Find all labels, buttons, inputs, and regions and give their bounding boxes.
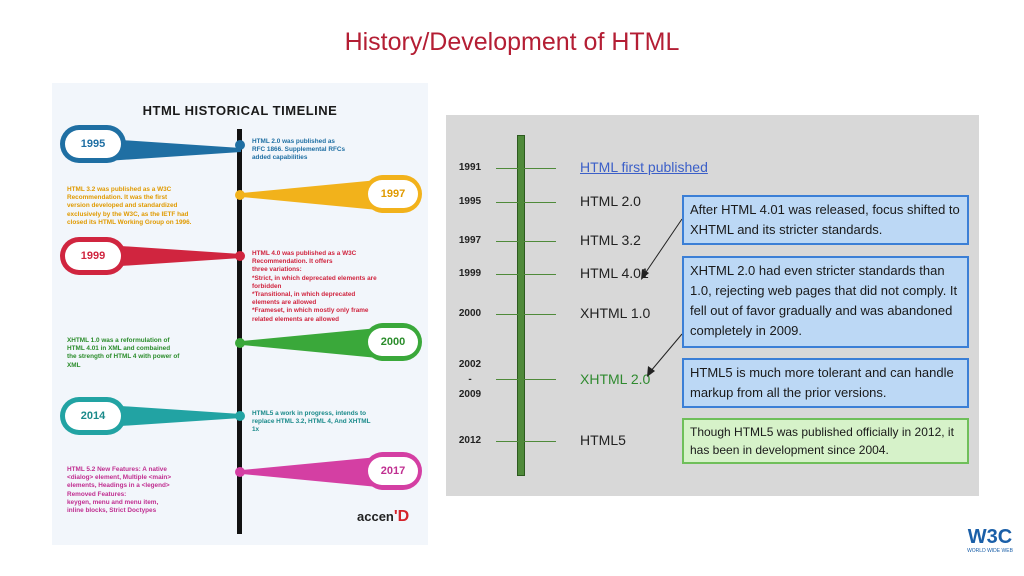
version-2002-2009: XHTML 2.0	[580, 371, 651, 387]
callout-xhtml2: XHTML 2.0 had even stricter standards th…	[682, 256, 969, 348]
timeline-bar	[517, 135, 525, 476]
note-2014: HTML5 a work in progress, intends to rep…	[252, 410, 371, 434]
pointer-2000	[242, 328, 378, 358]
infographic-heading: HTML HISTORICAL TIMELINE	[142, 103, 338, 118]
tick-1991	[496, 168, 556, 169]
year-badge-2017: 2017	[368, 457, 418, 485]
tick-1999	[496, 274, 556, 275]
year-2000: 2000	[458, 308, 482, 319]
timeline-dot-1995	[235, 140, 245, 150]
pointer-1995	[106, 139, 241, 161]
pointer-1999	[106, 245, 241, 267]
version-2000: XHTML 1.0	[580, 305, 651, 321]
pointer-2017	[242, 457, 378, 487]
slide-title: History/Development of HTML	[344, 28, 680, 56]
callout-html5-published: Though HTML5 was published officially in…	[682, 418, 969, 464]
version-1995: HTML 2.0	[580, 193, 641, 209]
note-1997: HTML 3.2 was published as a W3C Recommen…	[67, 186, 192, 226]
callout-html5-tolerant: HTML5 is much more tolerant and can hand…	[682, 358, 969, 408]
pointer-2014	[106, 405, 241, 427]
arrow-to-xhtml2	[647, 333, 683, 377]
year-2012: 2012	[458, 435, 482, 446]
year-1995: 1995	[458, 196, 482, 207]
year-1997: 1997	[458, 235, 482, 246]
html-historical-timeline-infographic: HTML HISTORICAL TIMELINE 1995 HTML 2.0 w…	[52, 83, 428, 545]
timeline-dot-2000	[235, 338, 245, 348]
timeline-dot-1999	[235, 251, 245, 261]
year-badge-2014: 2014	[65, 402, 121, 430]
note-2017: HTML 5.2 New Features: A native <dialog>…	[67, 466, 172, 515]
year-badge-2000: 2000	[368, 328, 418, 356]
version-2012: HTML5	[580, 432, 626, 448]
note-2000: XHTML 1.0 was a reformulation of HTML 4.…	[67, 337, 180, 369]
tick-2012	[496, 441, 556, 442]
year-1999: 1999	[458, 268, 482, 279]
version-1997: HTML 3.2	[580, 232, 641, 248]
note-1999: HTML 4.0 was published as a W3C Recommen…	[252, 250, 377, 323]
timeline-dot-2017	[235, 467, 245, 477]
note-1995: HTML 2.0 was published as RFC 1866. Supp…	[252, 138, 346, 162]
html-version-timeline: 1991 HTML first published 1995 HTML 2.0 …	[446, 115, 979, 496]
tick-1995	[496, 202, 556, 203]
callout-after-html401: After HTML 4.01 was released, focus shif…	[682, 195, 969, 245]
tick-1997	[496, 241, 556, 242]
tick-2000	[496, 314, 556, 315]
w3c-logo: W3C WORLD WIDE WEB	[967, 526, 1013, 554]
timeline-dot-2014	[235, 411, 245, 421]
year-badge-1997: 1997	[368, 180, 418, 208]
year-badge-1995: 1995	[65, 130, 121, 158]
year-2002-2009: 2002 - 2009	[458, 359, 482, 400]
accend-logo: accen'D	[357, 508, 410, 525]
year-badge-1999: 1999	[65, 242, 121, 270]
pointer-1997	[242, 180, 378, 210]
tick-2002-2009	[496, 379, 556, 380]
arrow-to-html401	[641, 218, 683, 280]
year-1991: 1991	[458, 162, 482, 173]
timeline-dot-1997	[235, 190, 245, 200]
version-1991[interactable]: HTML first published	[580, 159, 708, 175]
